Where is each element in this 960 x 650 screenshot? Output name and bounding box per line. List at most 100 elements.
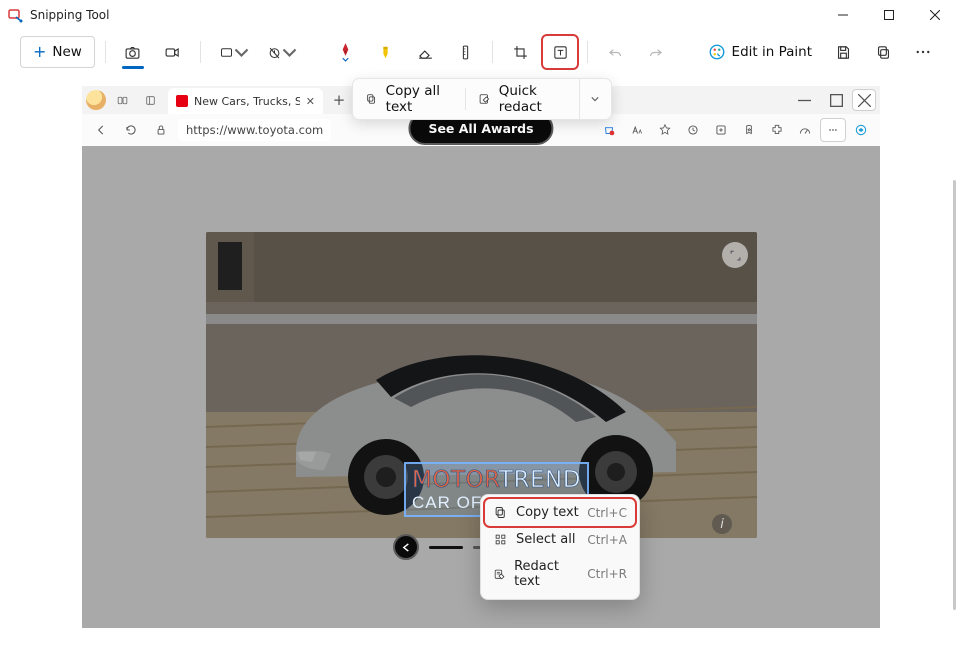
text-size-icon xyxy=(624,118,650,142)
lock-icon xyxy=(148,118,174,142)
crop-icon xyxy=(512,44,529,61)
favorite-icon xyxy=(652,118,678,142)
more-icon xyxy=(914,43,932,61)
new-tab-icon: + xyxy=(327,89,351,111)
browser-tab: New Cars, Trucks, SUVs & Hybrid ✕ xyxy=(168,88,323,114)
tab-close-icon: ✕ xyxy=(306,95,315,108)
info-char: i xyxy=(720,517,724,532)
text-actions-icon xyxy=(552,44,569,61)
browser-close-icon xyxy=(852,89,876,111)
browser-more-icon xyxy=(820,118,846,142)
eraser-tool[interactable] xyxy=(408,36,442,68)
copilot-icon xyxy=(848,118,874,142)
chevron-down-icon xyxy=(591,95,599,103)
shape-dropdown[interactable] xyxy=(211,36,253,68)
ctx-copy-text[interactable]: Copy text Ctrl+C xyxy=(485,499,635,526)
chevron-down-icon xyxy=(342,56,349,63)
copy-icon xyxy=(875,44,892,61)
copy-button[interactable] xyxy=(866,36,900,68)
minimize-button[interactable] xyxy=(820,0,866,30)
extensions-icon xyxy=(764,118,790,142)
rectangle-icon xyxy=(219,44,234,61)
undo-icon xyxy=(607,44,624,61)
undo-button[interactable] xyxy=(598,36,632,68)
ctx-redact-text[interactable]: Redact text Ctrl+R xyxy=(485,553,635,595)
eraser-icon xyxy=(417,44,434,61)
redo-icon xyxy=(647,44,664,61)
context-menu: Copy text Ctrl+C Select all Ctrl+A Redac… xyxy=(480,494,640,600)
refresh-icon xyxy=(118,118,144,142)
close-button[interactable] xyxy=(912,0,958,30)
delay-dropdown[interactable] xyxy=(259,36,301,68)
new-label: New xyxy=(52,44,81,60)
quick-redact-dropdown[interactable] xyxy=(579,79,611,119)
snip-mode-video-button[interactable] xyxy=(156,36,190,68)
save-icon xyxy=(835,44,852,61)
redact-icon xyxy=(493,567,506,582)
timer-off-icon xyxy=(267,44,282,61)
plus-icon: + xyxy=(33,44,46,60)
text-actions-popup: Copy all text Quick redact xyxy=(352,78,612,120)
chevron-left-icon xyxy=(402,543,411,552)
app-icon xyxy=(8,7,24,23)
ruler-tool[interactable] xyxy=(448,36,482,68)
app-toolbar: + New xyxy=(0,30,960,74)
carousel-prev-button xyxy=(393,534,419,560)
copy-all-text-button[interactable]: Copy all text xyxy=(353,79,465,119)
quick-redact-button[interactable]: Quick redact xyxy=(466,79,578,119)
favorites-bar-icon xyxy=(736,118,762,142)
maximize-button[interactable] xyxy=(866,0,912,30)
profile-avatar xyxy=(86,90,106,110)
save-button[interactable] xyxy=(826,36,860,68)
text-actions-tool[interactable] xyxy=(543,36,577,68)
toolbar-divider xyxy=(105,41,106,63)
copy-icon xyxy=(365,91,378,107)
ctx-select-all-shortcut: Ctrl+A xyxy=(587,533,627,547)
favicon-icon xyxy=(176,95,188,107)
chevron-down-icon xyxy=(234,44,249,61)
redact-icon xyxy=(478,91,491,107)
snip-mode-photo-button[interactable] xyxy=(116,36,150,68)
back-icon xyxy=(88,118,114,142)
vertical-tabs-icon xyxy=(138,89,162,111)
video-icon xyxy=(164,44,181,61)
info-icon: i xyxy=(712,514,732,534)
ctx-copy-text-label: Copy text xyxy=(516,505,579,520)
browser-minimize-icon xyxy=(788,89,820,111)
ballpoint-pen-tool[interactable] xyxy=(328,36,362,68)
carousel-indicator xyxy=(429,546,463,549)
ctx-select-all-label: Select all xyxy=(516,532,575,547)
window-title: Snipping Tool xyxy=(30,8,109,22)
highlighter-icon xyxy=(377,44,394,61)
paint-icon xyxy=(708,43,726,61)
ctx-redact-text-shortcut: Ctrl+R xyxy=(587,567,627,581)
motortrend-word1: MOTOR xyxy=(412,467,499,493)
sync-icon xyxy=(680,118,706,142)
redo-button[interactable] xyxy=(638,36,672,68)
tab-title: New Cars, Trucks, SUVs & Hybrid xyxy=(194,95,300,108)
highlighter-tool[interactable] xyxy=(368,36,402,68)
crop-tool[interactable] xyxy=(503,36,537,68)
url-text: https://www.toyota.com xyxy=(186,123,323,137)
motortrend-word2: TREND xyxy=(499,467,581,493)
edit-in-paint-button[interactable]: Edit in Paint xyxy=(700,36,820,68)
camera-icon xyxy=(124,44,141,61)
url-field: https://www.toyota.com xyxy=(178,119,331,141)
toolbar-divider xyxy=(200,41,201,63)
quick-redact-label: Quick redact xyxy=(499,83,567,115)
performance-icon xyxy=(792,118,818,142)
more-button[interactable] xyxy=(906,36,940,68)
select-all-icon xyxy=(493,532,508,547)
copy-all-text-label: Copy all text xyxy=(386,83,454,115)
toolbar-divider xyxy=(587,41,588,63)
shopping-icon xyxy=(596,118,622,142)
canvas-scrollbar[interactable] xyxy=(953,180,956,610)
new-button[interactable]: + New xyxy=(20,36,95,68)
ctx-copy-text-shortcut: Ctrl+C xyxy=(587,506,627,520)
toolbar-divider xyxy=(492,41,493,63)
workspaces-icon xyxy=(110,89,134,111)
ctx-select-all[interactable]: Select all Ctrl+A xyxy=(485,526,635,553)
ruler-icon xyxy=(457,44,474,61)
copy-icon xyxy=(493,505,508,520)
window-titlebar: Snipping Tool xyxy=(0,0,960,30)
